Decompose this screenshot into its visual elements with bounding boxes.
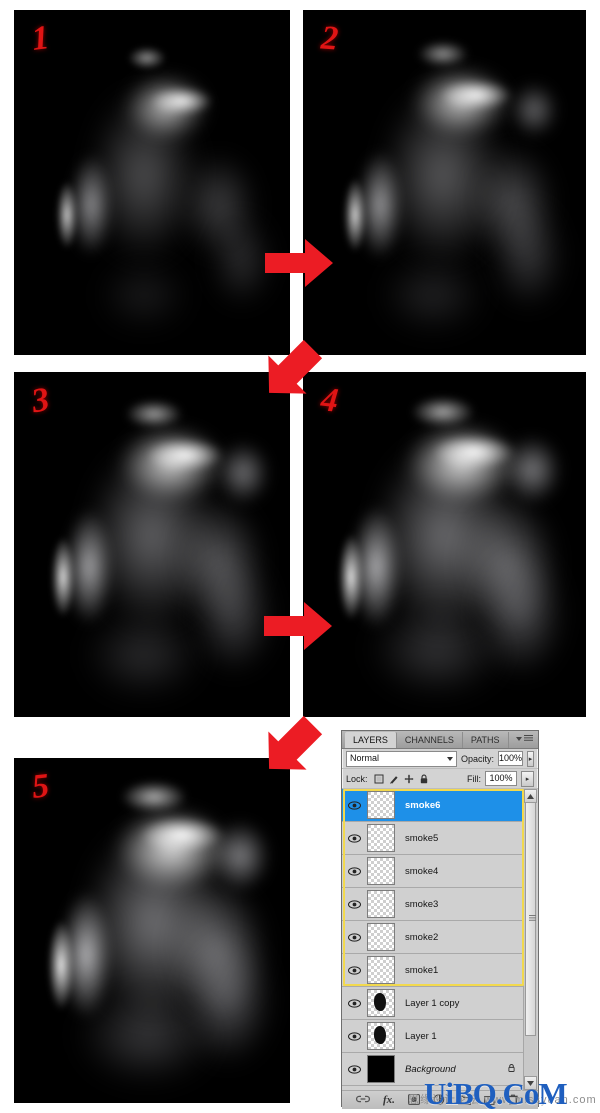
layers-scrollbar[interactable] <box>523 789 537 1090</box>
scroll-up-button[interactable] <box>524 789 537 803</box>
lock-position-icon[interactable] <box>403 773 414 784</box>
layer-thumbnail[interactable] <box>367 1022 395 1050</box>
lock-all-icon[interactable] <box>419 774 429 784</box>
fill-label: Fill: <box>467 773 481 784</box>
blend-mode-select[interactable]: Normal <box>346 750 457 767</box>
opacity-label: Opacity: <box>461 753 495 764</box>
layer-row-smoke5[interactable]: smoke5 <box>342 822 524 855</box>
arrow-3-to-4 <box>262 598 334 654</box>
thumbnail-shape <box>374 993 386 1011</box>
arrow-4-to-5 <box>256 712 326 782</box>
smoke-artwork-2 <box>303 10 586 355</box>
smoke-artwork-5 <box>14 758 290 1103</box>
layer-thumbnail[interactable] <box>367 989 395 1017</box>
layer-row-smoke6[interactable]: smoke6 <box>342 789 524 822</box>
eye-icon[interactable] <box>344 965 364 975</box>
layer-name[interactable]: Layer 1 copy <box>405 998 459 1009</box>
layer-name[interactable]: smoke6 <box>405 800 440 811</box>
tutorial-step-panel-1: 1 <box>14 10 290 355</box>
tab-paths[interactable]: PATHS <box>463 732 509 748</box>
hamburger-icon <box>524 735 533 742</box>
tutorial-step-panel-4: 4 <box>303 372 586 717</box>
lock-buttons[interactable] <box>374 773 429 784</box>
panel-menu-button[interactable] <box>516 735 533 742</box>
smoke-artwork-1 <box>14 10 290 355</box>
layer-thumbnail[interactable] <box>367 1055 395 1083</box>
scrollbar-thumb[interactable] <box>525 802 536 1036</box>
lock-transparent-pixels-icon[interactable] <box>374 774 384 784</box>
layer-row-smoke4[interactable]: smoke4 <box>342 855 524 888</box>
layer-thumbnail[interactable] <box>367 956 395 984</box>
opacity-stepper[interactable]: ▸ <box>527 750 534 767</box>
layer-list[interactable]: smoke6 smoke5 smoke4 smoke3 smoke2 smoke… <box>342 789 538 1090</box>
fill-stepper[interactable]: ▸ <box>521 770 534 787</box>
layer-style-fx-icon[interactable]: fx. <box>383 1094 395 1106</box>
lock-fill-row[interactable]: Lock: Fill: 100% ▸ <box>342 769 538 789</box>
fill-input[interactable]: 100% <box>485 771 517 786</box>
eye-icon[interactable] <box>344 1031 364 1041</box>
layer-rows-container[interactable]: smoke6 smoke5 smoke4 smoke3 smoke2 smoke… <box>342 789 524 1090</box>
tutorial-step-panel-3: 3 <box>14 372 290 717</box>
eye-icon[interactable] <box>344 800 364 810</box>
arrow-2-to-3 <box>256 336 326 406</box>
eye-icon[interactable] <box>344 899 364 909</box>
lock-label: Lock: <box>346 773 368 784</box>
chevron-down-icon <box>516 736 522 741</box>
eye-icon[interactable] <box>344 932 364 942</box>
panel-tab-bar[interactable]: LAYERS CHANNELS PATHS <box>342 731 538 749</box>
step-number-2: 2 <box>319 19 340 58</box>
layer-row-smoke2[interactable]: smoke2 <box>342 921 524 954</box>
layer-name[interactable]: Background <box>405 1064 456 1075</box>
blend-opacity-row[interactable]: Normal Opacity: 100% ▸ <box>342 749 538 769</box>
lock-image-pixels-icon[interactable] <box>389 774 399 784</box>
arrow-1-to-2 <box>263 235 335 291</box>
smoke-artwork-3 <box>14 372 290 717</box>
thumbnail-shape <box>374 1026 386 1044</box>
layer-thumbnail[interactable] <box>367 890 395 918</box>
layer-row-smoke1[interactable]: smoke1 <box>342 954 524 987</box>
layer-row-smoke3[interactable]: smoke3 <box>342 888 524 921</box>
watermark-text: UiBQ.CoM <box>424 1076 568 1111</box>
scrollbar-grip <box>529 915 536 922</box>
layer-name[interactable]: smoke3 <box>405 899 438 910</box>
layer-thumbnail[interactable] <box>367 857 395 885</box>
eye-icon[interactable] <box>344 833 364 843</box>
tab-layers[interactable]: LAYERS <box>345 732 397 748</box>
eye-icon[interactable] <box>344 866 364 876</box>
layer-thumbnail[interactable] <box>367 824 395 852</box>
layer-row-layer-1[interactable]: Layer 1 <box>342 1020 524 1053</box>
blend-mode-value: Normal <box>350 752 380 763</box>
tutorial-step-panel-5: 5 <box>14 758 290 1103</box>
layer-row-layer-1-copy[interactable]: Layer 1 copy <box>342 987 524 1020</box>
layer-thumbnail[interactable] <box>367 791 395 819</box>
layer-name[interactable]: smoke5 <box>405 833 438 844</box>
layer-thumbnail[interactable] <box>367 923 395 951</box>
opacity-input[interactable]: 100% <box>498 751 524 766</box>
link-layers-icon[interactable] <box>356 1094 370 1106</box>
tab-channels[interactable]: CHANNELS <box>397 732 463 748</box>
smoke-artwork-4 <box>303 372 586 717</box>
tutorial-step-panel-2: 2 <box>303 10 586 355</box>
eye-icon[interactable] <box>344 998 364 1008</box>
layers-panel[interactable]: LAYERS CHANNELS PATHS Normal Opacity: 10… <box>341 730 539 1109</box>
layer-name[interactable]: smoke4 <box>405 866 438 877</box>
layer-name[interactable]: smoke1 <box>405 965 438 976</box>
layer-name[interactable]: Layer 1 <box>405 1031 437 1042</box>
chevron-down-icon <box>447 756 453 761</box>
eye-icon[interactable] <box>344 1064 364 1074</box>
layer-name[interactable]: smoke2 <box>405 932 438 943</box>
lock-all-icon <box>507 1063 516 1075</box>
